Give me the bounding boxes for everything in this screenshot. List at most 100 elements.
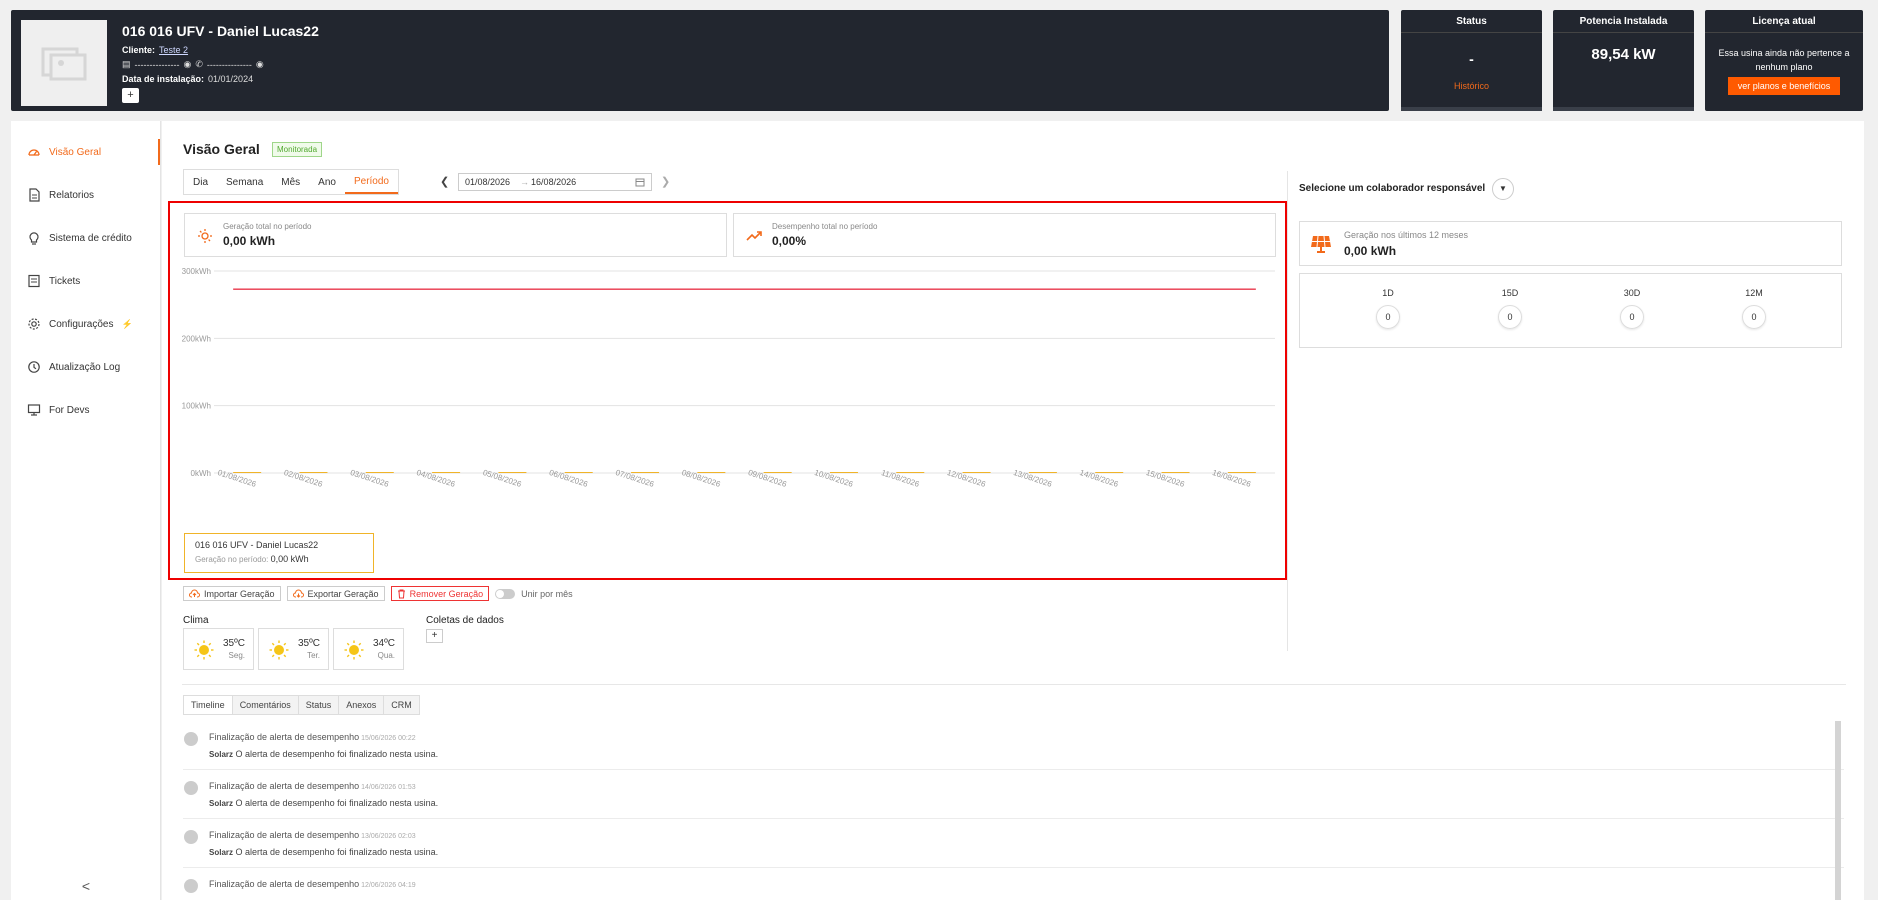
collapse-sidebar-button[interactable]: < [11, 878, 161, 894]
calendar-icon [635, 178, 645, 187]
avatar [184, 879, 198, 893]
sidebar-item-label: Sistema de crédito [49, 232, 132, 244]
legend-gen-label: Geração no período: [195, 555, 269, 564]
sidebar-item-label: For Devs [49, 404, 90, 416]
date-start[interactable]: 01/08/2026 [465, 177, 510, 187]
period-summary: 1D 0 15D 0 30D 0 12M 0 [1299, 273, 1842, 348]
kpi-performance-label: Desempenho total no período [772, 222, 878, 231]
sidebar-item-for-devs[interactable]: For Devs [11, 397, 160, 423]
arrow-icon: → [520, 177, 530, 187]
timeline-title: Finalização de alerta de desempenho [209, 781, 360, 791]
generation-chart-panel: Geração total no período 0,00 kWh Desemp… [168, 201, 1287, 580]
timeline-time: 13/06/2026 02:03 [361, 833, 416, 840]
solar-panel-icon [1311, 235, 1331, 253]
export-label: Exportar Geração [307, 588, 379, 599]
merge-month-label: Unir por mês [521, 588, 573, 599]
kpi-performance: Desempenho total no período 0,00% [733, 213, 1276, 257]
tab-anexos[interactable]: Anexos [339, 696, 385, 714]
section-divider [182, 684, 1846, 685]
period-12m: 12M 0 [1724, 288, 1784, 329]
bottom-tabs: Timeline Comentários Status Anexos CRM [183, 695, 420, 715]
timeline-scrollbar[interactable] [1835, 721, 1841, 900]
sidebar-item-atualizacao-log[interactable]: Atualização Log [11, 354, 160, 380]
generation-chart: 0kWh 100kWh 200kWh 300kWh 01/08/2026 02/08/20… [182, 267, 1275, 489]
timeline-author: Solarz [209, 799, 234, 808]
x-tick-label: 07/08/2026 [614, 468, 655, 489]
tab-semana[interactable]: Semana [217, 170, 272, 194]
timeline-list: Finalização de alerta de desempenho 15/06… [183, 721, 1844, 900]
main-panel: Visão Geral Monitorada Dia Semana Mês An… [162, 121, 1864, 900]
ticket-icon [28, 274, 40, 288]
sidebar-item-visao-geral[interactable]: Visão Geral [11, 139, 160, 165]
license-text: Essa usina ainda não pertence a nenhum p… [1718, 48, 1850, 72]
sidebar-item-tickets[interactable]: Tickets [11, 268, 160, 294]
cloud-upload-icon [189, 589, 200, 598]
tab-dia[interactable]: Dia [184, 170, 217, 194]
status-value: - [1469, 51, 1474, 67]
period-label: 12M [1745, 288, 1763, 298]
sun-icon [194, 640, 214, 660]
eye-icon[interactable]: ◉ [183, 59, 191, 70]
weather-day: Seg. [228, 651, 245, 660]
weather-title: Clima [183, 615, 209, 626]
merge-month-toggle[interactable] [495, 588, 516, 599]
plans-button[interactable]: ver planos e benefícios [1727, 77, 1841, 95]
prev-period-button[interactable]: ❮ [440, 175, 449, 188]
date-end[interactable]: 16/08/2026 [531, 177, 576, 187]
timeline-text: O alerta de desempenho foi finalizado ne… [235, 749, 439, 759]
series-legend-card[interactable]: 016 016 UFV - Daniel Lucas22 Geração no … [184, 533, 374, 573]
status-badge: Monitorada [272, 142, 323, 157]
period-1d: 1D 0 [1358, 288, 1418, 329]
eye-icon[interactable]: ◉ [256, 59, 264, 70]
weather-day: Ter. [307, 651, 320, 660]
gear-icon [28, 318, 40, 330]
import-generation-button[interactable]: Importar Geração [183, 586, 281, 601]
tab-ano[interactable]: Ano [309, 170, 345, 194]
x-tick-label: 05/08/2026 [482, 468, 523, 489]
add-data-collection-button[interactable]: + [426, 629, 443, 643]
weather-card: 34ºC Qua. [333, 628, 404, 670]
sidebar-item-label: Atualização Log [49, 361, 121, 373]
x-tick-label: 01/08/2026 [216, 468, 257, 489]
avatar [184, 830, 198, 844]
generation-12m-card: Geração nos últimos 12 meses 0,00 kWh [1299, 221, 1842, 266]
tab-status[interactable]: Status [299, 696, 340, 714]
x-tick-label: 04/08/2026 [415, 468, 456, 489]
timeline-title: Finalização de alerta de desempenho [209, 879, 360, 889]
period-label: 15D [1501, 288, 1519, 298]
x-tick-label: 11/08/2026 [880, 468, 921, 489]
legend-gen-value: 0,00 kWh [270, 554, 309, 564]
client-link[interactable]: Teste 2 [159, 45, 188, 55]
timeline-item: Finalização de alerta de desempenho 13/06… [183, 819, 1844, 868]
plant-thumbnail [21, 20, 107, 106]
sidebar-item-sistema-credito[interactable]: Sistema de crédito [11, 225, 160, 251]
phone-icon: ✆ [195, 59, 203, 69]
tab-comentarios[interactable]: Comentários [233, 696, 299, 714]
x-tick-label: 02/08/2026 [283, 468, 324, 489]
tab-periodo[interactable]: Período [344, 170, 398, 194]
image-placeholder-icon [41, 47, 87, 81]
status-box: Status - Histórico [1401, 10, 1542, 111]
history-link[interactable]: Histórico [1401, 81, 1542, 91]
x-tick-label: 03/08/2026 [349, 468, 390, 489]
column-divider [1287, 171, 1288, 651]
timeline-time: 12/06/2026 04:19 [361, 882, 416, 889]
period-value: 0 [1498, 305, 1522, 329]
sidebar-item-configuracoes[interactable]: Configurações ⚡ [11, 311, 160, 337]
period-tabs: Dia Semana Mês Ano Período [183, 169, 399, 195]
masked-document: --------------- [134, 59, 180, 70]
date-range-picker[interactable]: 01/08/2026 → 16/08/2026 [458, 173, 652, 191]
tab-crm[interactable]: CRM [384, 696, 419, 714]
id-card-icon: ▤ [122, 59, 131, 69]
export-generation-button[interactable]: Exportar Geração [286, 586, 385, 601]
collaborator-dropdown[interactable]: ▼ [1492, 178, 1514, 200]
weather-day: Qua. [377, 651, 395, 660]
sidebar-item-relatorios[interactable]: Relatorios [11, 182, 160, 208]
tab-timeline[interactable]: Timeline [184, 696, 233, 714]
timeline-item: Finalização de alerta de desempenho 12/06… [183, 868, 1844, 900]
add-button[interactable]: + [122, 88, 139, 103]
tab-mes[interactable]: Mês [272, 170, 309, 194]
timeline-title: Finalização de alerta de desempenho [209, 732, 360, 742]
remove-generation-button[interactable]: Remover Geração [390, 586, 490, 601]
next-period-button[interactable]: ❯ [661, 175, 670, 188]
